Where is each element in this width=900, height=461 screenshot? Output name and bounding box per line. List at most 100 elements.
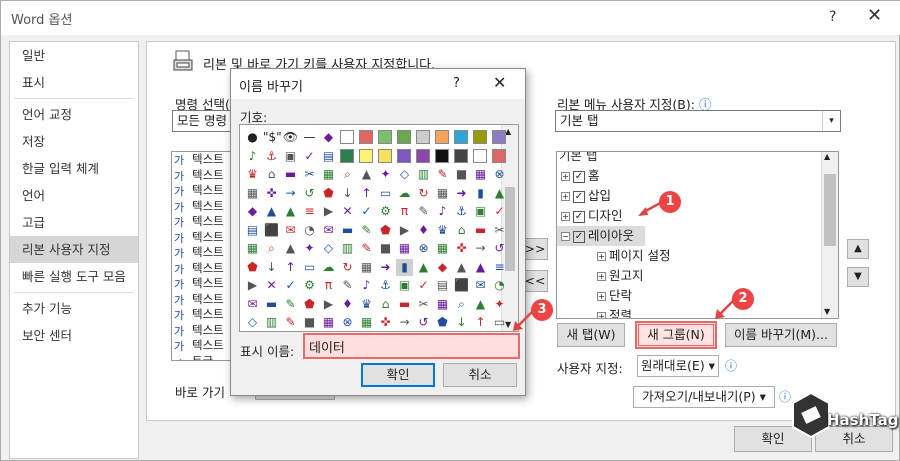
ribbon-tab-tree[interactable]: 기본 탭 + ✓ 홈 + ✓ 삽입 + ✓ 디자인 − ✓ 레이아웃 + 페이지 설정 + 원고지 + 단락 + 정렬… [556, 151, 839, 319]
symbol-cell[interactable]: ⚙ [377, 203, 394, 220]
symbol-cell[interactable]: ⚓ [377, 277, 394, 294]
command-list-item[interactable]: ✓ 토글 [172, 354, 230, 361]
symbol-cell[interactable]: ⊗ [339, 314, 356, 331]
symbol-cell[interactable]: ⊗ [415, 240, 432, 257]
category-item[interactable]: 일반 [10, 42, 138, 69]
symbol-cell[interactable] [454, 148, 468, 163]
symbol-cell[interactable]: ↑ [472, 314, 489, 331]
command-list[interactable]: 가 텍스트 가 텍스트 가 텍스트 가 텍스트 가 텍스트 가 텍스트 가 텍스트 가 텍스트 가 텍스트 가 텍스트… [171, 151, 231, 361]
symbol-cell[interactable]: ▣ [396, 277, 413, 294]
symbol-cell[interactable]: ✓ [301, 148, 318, 165]
category-item[interactable]: 언어 교정 [10, 101, 138, 128]
symbol-cell[interactable]: ▲ [415, 259, 432, 276]
command-list-item[interactable]: 가 텍스트 [172, 338, 230, 354]
symbol-cell[interactable]: ♦ [339, 296, 356, 313]
symbol-cell[interactable]: ♪ [244, 148, 261, 165]
symbol-cell[interactable]: ➜ [453, 185, 470, 202]
symbol-cell[interactable]: ✕ [263, 277, 280, 294]
symbol-cell[interactable]: ⬟ [320, 185, 337, 202]
symbol-cell[interactable]: ▲ [263, 203, 280, 220]
symbol-cell[interactable]: ▬ [472, 222, 489, 239]
symbol-cell[interactable]: ↓ [453, 314, 470, 331]
move-down-button[interactable]: ▼ [847, 267, 869, 287]
symbol-cell[interactable]: ▭ [301, 259, 318, 276]
symbol-cell[interactable]: ♛ [244, 166, 261, 183]
symbol-cell[interactable]: ✜ [453, 240, 470, 257]
symbol-cell[interactable]: ▦ [244, 185, 261, 202]
symbol-cell[interactable]: ⌕ [263, 240, 280, 257]
symbol-cell[interactable]: ♛ [358, 296, 375, 313]
symbol-cell[interactable]: — [301, 129, 318, 146]
expand-icon[interactable]: + [561, 192, 570, 201]
symbol-cell[interactable]: ■ [453, 166, 470, 183]
symbol-cell[interactable] [397, 130, 411, 144]
symbol-cell[interactable] [416, 130, 430, 144]
symbol-cell[interactable] [473, 130, 487, 144]
symbol-cell[interactable]: ✉ [472, 277, 489, 294]
symbol-cell[interactable]: ↺ [301, 185, 318, 202]
category-item[interactable]: 추가 기능 [10, 295, 138, 322]
command-list-item[interactable]: 가 텍스트 [172, 230, 230, 246]
symbol-cell[interactable]: 👁 [282, 129, 299, 146]
symbol-cell[interactable]: ▥ [339, 240, 356, 257]
symbol-cell[interactable]: ⌕ [339, 166, 356, 183]
tree-item[interactable]: − ✓ 레이아웃 [557, 226, 645, 246]
tab-checkbox[interactable]: ✓ [573, 210, 585, 223]
symbol-cell[interactable]: ▶ [320, 296, 337, 313]
symbol-cell[interactable]: ⊗ [491, 166, 508, 183]
symbol-cell[interactable]: ↑ [358, 185, 375, 202]
symbol-cell[interactable]: ▦ [434, 240, 451, 257]
tree-item[interactable]: + ✓ 디자인 [557, 206, 838, 226]
command-list-item[interactable]: 가 텍스트 [172, 261, 230, 277]
symbol-cell[interactable]: ↻ [339, 259, 356, 276]
reset-dropdown[interactable]: 원래대로(E) ▾ [637, 355, 719, 377]
symbol-cell[interactable]: ▶ [396, 222, 413, 239]
symbol-cell[interactable]: ■ [301, 314, 318, 331]
expand-icon[interactable]: + [597, 272, 606, 281]
symbol-cell[interactable] [378, 130, 392, 144]
tab-checkbox[interactable]: ✓ [573, 230, 585, 243]
symbol-cell[interactable]: ↓ [339, 185, 356, 202]
tab-checkbox[interactable]: ✓ [573, 190, 585, 203]
symbol-cell[interactable]: ⌂ [377, 296, 394, 313]
category-item[interactable]: 빠른 실행 도구 모음 [10, 263, 138, 290]
rename-button[interactable]: 이름 바꾸기(M)... [725, 323, 837, 347]
expand-icon[interactable]: + [597, 292, 606, 301]
tree-item[interactable]: + 원고지 [557, 266, 838, 286]
symbol-cell[interactable]: ▬ [396, 296, 413, 313]
symbol-cell[interactable]: ◆ [244, 203, 261, 220]
rename-ok-button[interactable]: 확인 [361, 363, 435, 387]
symbol-cell[interactable]: ⬟ [377, 222, 394, 239]
symbol-cell[interactable] [378, 148, 392, 163]
symbol-cell[interactable]: ✉ [282, 222, 299, 239]
symbol-cell[interactable] [359, 130, 373, 144]
category-item[interactable]: 저장 [10, 128, 138, 155]
symbol-cell[interactable] [435, 148, 449, 163]
category-item[interactable]: 언어 [10, 182, 138, 209]
new-group-button[interactable]: 새 그룹(N) [638, 324, 714, 346]
symbol-cell[interactable]: ✉ [320, 222, 337, 239]
symbol-cell[interactable]: π [320, 277, 337, 294]
symbol-cell[interactable]: ⬟ [301, 296, 318, 313]
symbol-cell[interactable]: ♦ [415, 222, 432, 239]
symbol-cell[interactable]: ▦ [320, 314, 337, 331]
symbol-cell[interactable]: ▥ [415, 166, 432, 183]
symbol-grid[interactable]: ▲ ▼ ● "$" 👁 — ◆ ♪ ⚓ ▣ ✓ ▤ ♛ ⌂ ▬ ✂ ▦ ⌕ ▲ ✦ ◇ ▥ ✎ ■ ▦ ⊗ ▦ ✜ → ↺ ⬟ ↓ ↑ ▭ ☁ ↻… [239, 124, 519, 332]
symbol-cell[interactable]: ◔ [301, 222, 318, 239]
symbol-cell[interactable]: ✕ [339, 203, 356, 220]
symbol-cell[interactable]: ✎ [282, 296, 299, 313]
symbol-cell[interactable]: ◆ [434, 259, 451, 276]
symbol-cell[interactable]: ✉ [244, 296, 261, 313]
symbol-cell[interactable]: ▤ [244, 222, 261, 239]
symbol-cell[interactable]: ▲ [472, 296, 489, 313]
symbol-cell[interactable]: ▦ [320, 166, 337, 183]
category-item[interactable]: 리본 사용자 지정 [10, 236, 138, 263]
display-name-field[interactable]: 데이터 [303, 333, 520, 359]
symbol-cell[interactable]: ▦ [434, 185, 451, 202]
symbol-cell[interactable]: ✎ [358, 240, 375, 257]
scroll-down-icon[interactable]: ▼ [824, 307, 830, 316]
symbol-cell[interactable]: ▦ [244, 240, 261, 257]
symbol-cell[interactable]: π [396, 203, 413, 220]
command-list-item[interactable]: 가 텍스트 [172, 199, 230, 215]
symbol-cell[interactable]: ⬟ [244, 259, 261, 276]
